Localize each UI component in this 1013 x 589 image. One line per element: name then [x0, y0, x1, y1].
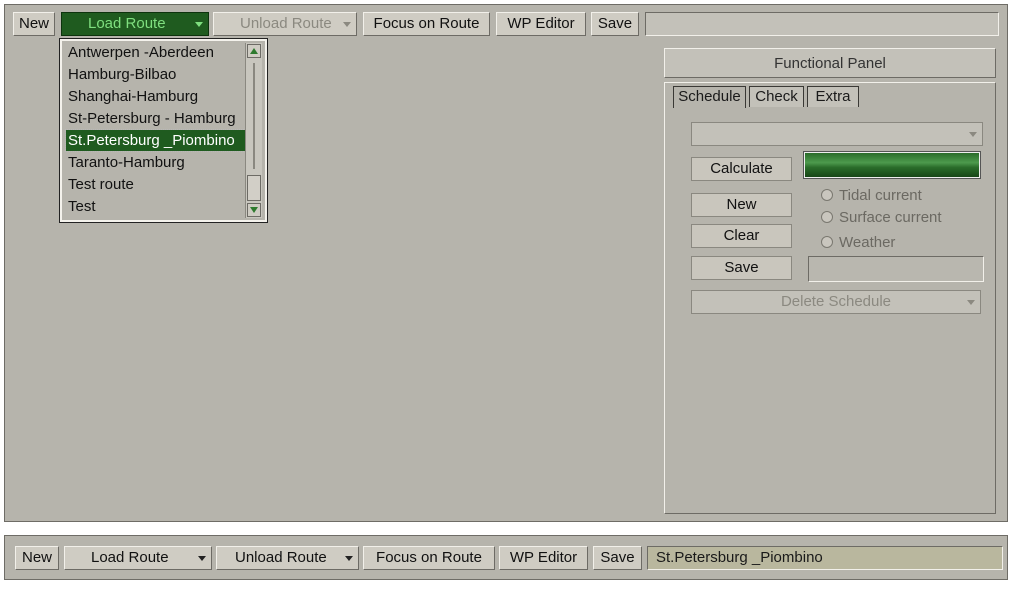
scroll-thumb[interactable]	[247, 175, 261, 201]
load-route-label: Load Route	[88, 15, 166, 32]
chevron-down-icon	[969, 132, 977, 137]
arrow-down-icon	[250, 207, 258, 213]
new-schedule-button[interactable]: New	[691, 193, 792, 217]
clear-button[interactable]: Clear	[691, 224, 792, 248]
schedule-name-field[interactable]	[808, 256, 984, 282]
route-name-field[interactable]	[645, 12, 999, 36]
chevron-down-icon	[195, 22, 203, 27]
bottom-toolbar: New Load Route Unload Route Focus on Rou…	[4, 535, 1008, 580]
tab-schedule[interactable]: Schedule	[673, 86, 746, 108]
arrow-up-icon	[250, 48, 258, 54]
focus-on-route-button[interactable]: Focus on Route	[363, 12, 490, 36]
radio-circle-icon	[821, 236, 833, 248]
progress-fill	[805, 153, 979, 177]
save-button[interactable]: Save	[591, 12, 639, 36]
radio-label: Tidal current	[839, 187, 922, 204]
calculate-button[interactable]: Calculate	[691, 157, 792, 181]
schedule-select[interactable]	[691, 122, 983, 146]
chevron-down-icon	[345, 556, 353, 561]
route-list-item-selected[interactable]: St.Petersburg _Piombino	[65, 129, 246, 152]
radio-tidal-current[interactable]: Tidal current	[821, 186, 922, 206]
radio-surface-current[interactable]: Surface current	[821, 208, 942, 228]
route-list-item[interactable]: Antwerpen -Aberdeen	[66, 42, 245, 63]
radio-label: Surface current	[839, 209, 942, 226]
save-button[interactable]: Save	[593, 546, 642, 570]
chevron-down-icon	[967, 300, 975, 305]
functional-panel-title[interactable]: Functional Panel	[664, 48, 996, 78]
scroll-down-button[interactable]	[247, 203, 261, 217]
radio-weather[interactable]: Weather	[821, 233, 895, 253]
route-list-item[interactable]: Taranto-Hamburg	[66, 152, 245, 173]
calculation-progress-bar	[803, 151, 981, 179]
route-list-scrollbar[interactable]	[245, 43, 262, 218]
tab-extra[interactable]: Extra	[807, 86, 859, 107]
wp-editor-button[interactable]: WP Editor	[496, 12, 586, 36]
new-button[interactable]: New	[15, 546, 59, 570]
load-route-dropdown[interactable]: Load Route	[61, 12, 209, 36]
route-list-item[interactable]: Hamburg-Bilbao	[66, 64, 245, 85]
new-button[interactable]: New	[13, 12, 55, 36]
load-route-label: Load Route	[91, 549, 169, 566]
tab-check[interactable]: Check	[749, 86, 804, 107]
route-list-item[interactable]: Test	[66, 196, 245, 217]
wp-editor-button[interactable]: WP Editor	[499, 546, 588, 570]
unload-route-dropdown[interactable]: Unload Route	[216, 546, 359, 570]
chevron-down-icon	[198, 556, 206, 561]
unload-route-label: Unload Route	[240, 15, 332, 32]
route-list-item[interactable]: St-Petersburg - Hamburg	[66, 108, 245, 129]
route-list-item[interactable]: Shanghai-Hamburg	[66, 86, 245, 107]
scroll-track	[253, 63, 255, 169]
load-route-dropdown[interactable]: Load Route	[64, 546, 212, 570]
route-list-item[interactable]: Test route	[66, 174, 245, 195]
delete-schedule-label: Delete Schedule	[780, 293, 892, 310]
unload-route-dropdown[interactable]: Unload Route	[213, 12, 357, 36]
chevron-down-icon	[343, 22, 351, 27]
radio-circle-icon	[821, 211, 833, 223]
route-dropdown-list[interactable]: Antwerpen -Aberdeen Hamburg-Bilbao Shang…	[59, 38, 268, 223]
radio-label: Weather	[839, 234, 896, 251]
focus-on-route-button[interactable]: Focus on Route	[363, 546, 495, 570]
radio-circle-icon	[821, 189, 833, 201]
route-name-field[interactable]: St.Petersburg _Piombino	[647, 546, 1003, 570]
save-schedule-button[interactable]: Save	[691, 256, 792, 280]
delete-schedule-dropdown[interactable]: Delete Schedule	[691, 290, 981, 314]
scroll-up-button[interactable]	[247, 44, 261, 58]
unload-route-label: Unload Route	[235, 549, 327, 566]
